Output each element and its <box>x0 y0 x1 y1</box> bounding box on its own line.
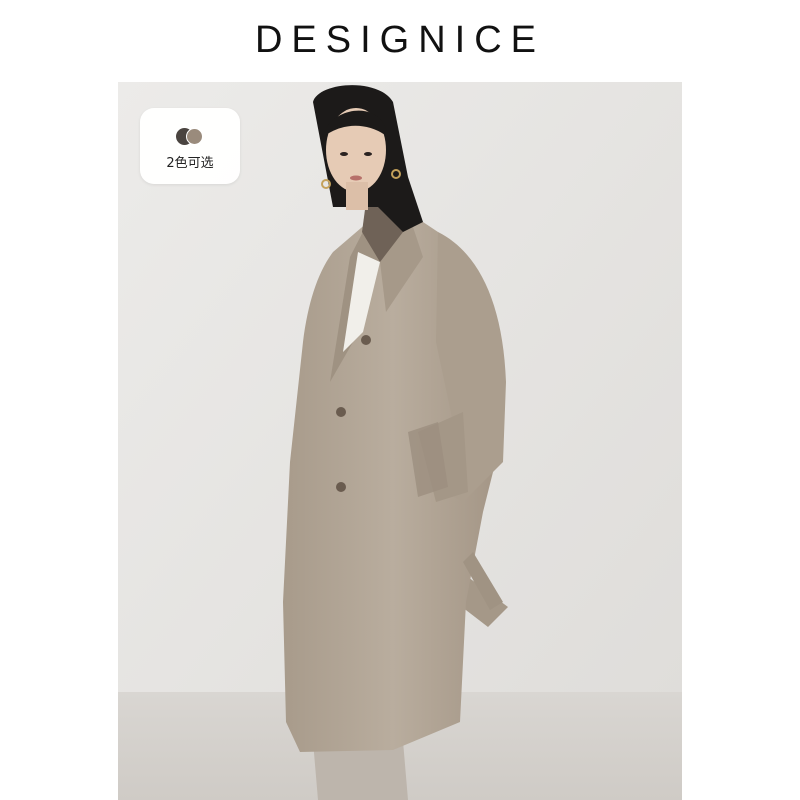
brand-logo: DESIGNICE <box>254 19 546 61</box>
product-page: DESIGNICE 2色可选 <box>0 0 800 800</box>
color-swatches <box>176 128 206 146</box>
model-illustration <box>118 82 682 800</box>
color-options-badge[interactable]: 2色可选 <box>140 108 240 184</box>
color-options-label: 2色可选 <box>166 156 214 171</box>
product-photo[interactable] <box>118 82 682 800</box>
swatch-camel <box>186 128 203 145</box>
